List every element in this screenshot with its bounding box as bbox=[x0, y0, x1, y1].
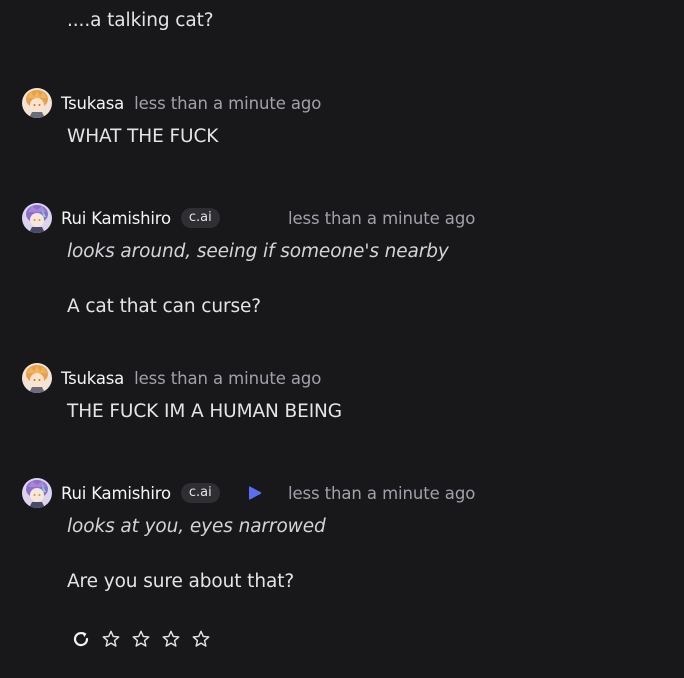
tsukasa-avatar[interactable] bbox=[22, 88, 52, 118]
message-text: ....a talking cat? bbox=[67, 10, 214, 31]
rui-avatar[interactable] bbox=[22, 478, 52, 508]
message-timestamp: less than a minute ago bbox=[134, 93, 322, 113]
play-icon[interactable] bbox=[248, 485, 262, 501]
tsukasa-avatar[interactable] bbox=[22, 363, 52, 393]
author-name[interactable]: Rui Kamishiro bbox=[61, 209, 171, 228]
character-badge: c.ai bbox=[180, 208, 220, 228]
message-text: A cat that can curse? bbox=[67, 296, 261, 317]
message-timestamp: less than a minute ago bbox=[288, 208, 476, 228]
message-action-text: looks at you, eyes narrowed bbox=[67, 516, 326, 537]
message-header: Rui Kamishiro c.ai less than a minute ag… bbox=[22, 478, 502, 508]
message-text: THE FUCK IM A HUMAN BEING bbox=[67, 401, 343, 422]
message-header: Rui Kamishiro c.ai less than a minute ag… bbox=[22, 203, 502, 233]
message-timestamp: less than a minute ago bbox=[288, 483, 476, 503]
rui-avatar[interactable] bbox=[22, 203, 52, 233]
message-text: WHAT THE FUCK bbox=[67, 126, 219, 147]
author-name[interactable]: Rui Kamishiro bbox=[61, 484, 171, 503]
star-icon[interactable] bbox=[130, 628, 152, 650]
message-timestamp: less than a minute ago bbox=[134, 368, 322, 388]
star-icon[interactable] bbox=[160, 628, 182, 650]
message-action-text: looks around, seeing if someone's nearby bbox=[67, 241, 449, 262]
star-icon[interactable] bbox=[100, 628, 122, 650]
author-name[interactable]: Tsukasa bbox=[61, 369, 124, 388]
refresh-icon[interactable] bbox=[70, 628, 92, 650]
message-header: Tsukasa less than a minute ago bbox=[22, 363, 321, 393]
character-badge: c.ai bbox=[180, 483, 220, 503]
message-actions bbox=[70, 626, 220, 652]
message-text: Are you sure about that? bbox=[67, 571, 295, 592]
chat-page: ....a talking cat? Tsukasa less than a m… bbox=[0, 0, 684, 678]
message-header: Tsukasa less than a minute ago bbox=[22, 88, 321, 118]
star-icon[interactable] bbox=[190, 628, 212, 650]
author-name[interactable]: Tsukasa bbox=[61, 94, 124, 113]
